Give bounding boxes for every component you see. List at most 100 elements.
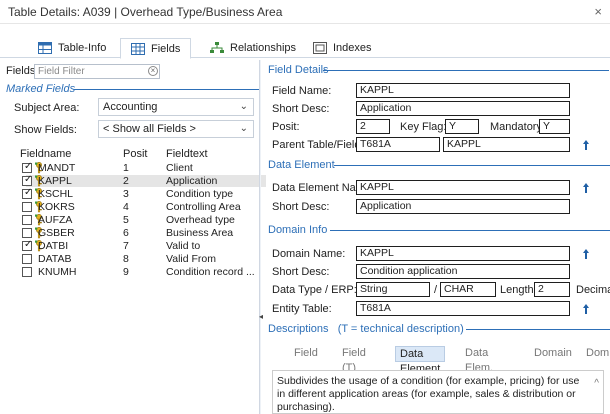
parent-table-field[interactable]: T681A [356,137,440,152]
key-flag-label: Key Flag: [400,121,447,133]
domain-short-desc-field[interactable]: Condition application [356,264,570,279]
fields-grid-icon [131,42,145,55]
length-field[interactable]: 2 [534,282,570,297]
desc-tab-field-t[interactable]: Field (T) [338,346,370,374]
parent-field-field[interactable]: KAPPL [443,137,570,152]
tab-indexes[interactable]: Indexes [303,38,382,58]
table-row[interactable]: KNUMH 9 Condition record ... [22,266,266,278]
collapse-arrow-icon[interactable]: ◂ [259,312,263,326]
descriptions-rule [466,329,610,330]
data-element-short-desc-field[interactable]: Application [356,199,570,214]
goto-data-element-icon[interactable] [581,182,591,194]
row-checkbox[interactable] [22,161,32,173]
mandatory-label: Mandatory: [490,121,546,133]
goto-parent-icon[interactable] [581,139,591,151]
clear-filter-icon[interactable]: × [148,66,158,76]
fieldname-cell: MANDT [38,162,76,174]
domain-info-rule [330,230,610,231]
tab-fields[interactable]: Fields [120,38,192,59]
field-filter-input[interactable]: Field Filter [34,64,160,79]
data-element-rule [334,165,610,166]
subject-area-select[interactable]: Accounting ⌄ [98,98,254,116]
row-checkbox[interactable] [22,215,32,225]
column-fieldname[interactable]: Fieldname [20,148,71,160]
fieldtext-cell: Application [166,175,218,187]
column-posit[interactable]: Posit [123,148,147,160]
field-filter-row: Fields Field Filter × [6,64,166,79]
desc-tab-domain-t[interactable]: Dom [582,346,610,361]
table-icon [38,42,52,54]
table-row[interactable]: KAPPL 2 Application [22,174,266,187]
description-text[interactable]: Subdivides the usage of a condition (for… [272,370,604,414]
key-flag-field[interactable]: Y [445,119,479,134]
field-name-field[interactable]: KAPPL [356,83,570,98]
marked-fields-header: Marked Fields [6,83,260,95]
close-icon[interactable]: × [594,4,602,19]
table-row[interactable]: MANDT 1 Client [22,161,266,174]
goto-domain-icon[interactable] [581,248,591,260]
scroll-up-icon[interactable]: ^ [594,377,599,390]
short-desc-label: Short Desc: [272,103,330,115]
desc-tab-domain[interactable]: Domain [530,346,576,361]
field-details-header: Field Details [268,64,610,76]
fieldtext-cell: Valid From [166,253,216,265]
row-checkbox[interactable] [22,254,32,264]
fieldtext-cell: Business Area [166,227,234,239]
table-row[interactable]: AUFZA 5 Overhead type [22,214,266,226]
fieldname-cell: KAPPL [38,175,72,187]
entity-table-label: Entity Table: [272,303,332,315]
desc-tab-data-elem-t[interactable]: Data Elem. (T) [461,346,497,389]
data-element-short-desc-label: Short Desc: [272,201,330,213]
data-element-header-text: Data Element [268,159,335,171]
tab-table-info-label: Table-Info [58,42,107,54]
domain-short-desc-label: Short Desc: [272,266,330,278]
subject-area-label: Subject Area: [14,102,80,114]
posit-cell: 3 [123,188,129,200]
domain-name-field[interactable]: KAPPL [356,246,570,261]
posit-field[interactable]: 2 [356,119,390,134]
indexes-icon [313,42,327,54]
show-fields-value: < Show all Fields > [103,123,196,135]
row-checkbox[interactable] [22,187,32,199]
row-checkbox[interactable] [22,174,32,186]
row-checkbox[interactable] [22,228,32,238]
panel-splitter[interactable] [259,60,261,414]
tab-relationships[interactable]: Relationships [200,38,306,58]
table-row[interactable]: KSCHL 3 Condition type [22,187,266,200]
length-label: Length: [500,284,537,296]
show-fields-label: Show Fields: [14,124,77,136]
fields-panel: Fields Field Filter × Marked Fields Subj… [0,60,266,414]
row-checkbox[interactable] [22,239,32,251]
mandatory-field[interactable]: Y [539,119,570,134]
column-fieldtext[interactable]: Fieldtext [166,148,208,160]
desc-tab-data-element[interactable]: Data Element [395,346,446,375]
data-element-name-field[interactable]: KAPPL [356,180,570,195]
table-row[interactable]: GSBER 6 Business Area [22,227,266,239]
row-checkbox[interactable] [22,267,32,277]
table-row[interactable]: DATAB 8 Valid From [22,253,266,265]
row-checkbox[interactable] [22,202,32,212]
fieldname-cell: KNUMH [38,266,77,278]
domain-name-label: Domain Name: [272,248,346,260]
relationships-icon [210,42,224,53]
fieldtext-cell: Overhead type [166,214,235,226]
field-name-label: Field Name: [272,85,332,97]
fieldname-cell: GSBER [38,227,75,239]
tab-relationships-label: Relationships [230,42,297,54]
table-row[interactable]: KOKRS 4 Controlling Area [22,201,266,213]
entity-table-field[interactable]: T681A [356,301,570,316]
description-text-content: Subdivides the usage of a condition (for… [277,375,580,413]
table-row[interactable]: DATBI 7 Valid to [22,239,266,252]
tab-table-info[interactable]: Table-Info [28,38,116,58]
fieldname-cell: DATBI [38,240,69,252]
data-type-field[interactable]: String [356,282,430,297]
fields-grid-header: Fieldname Posit Fieldtext [20,148,260,160]
short-desc-field[interactable]: Application [356,101,570,116]
erp-type-field[interactable]: CHAR [440,282,496,297]
goto-entity-table-icon[interactable] [581,303,591,315]
desc-tab-field[interactable]: Field [290,346,322,361]
posit-cell: 5 [123,214,129,226]
show-fields-select[interactable]: < Show all Fields > ⌄ [98,120,254,138]
fieldtext-cell: Client [166,162,193,174]
posit-cell: 2 [123,175,129,187]
